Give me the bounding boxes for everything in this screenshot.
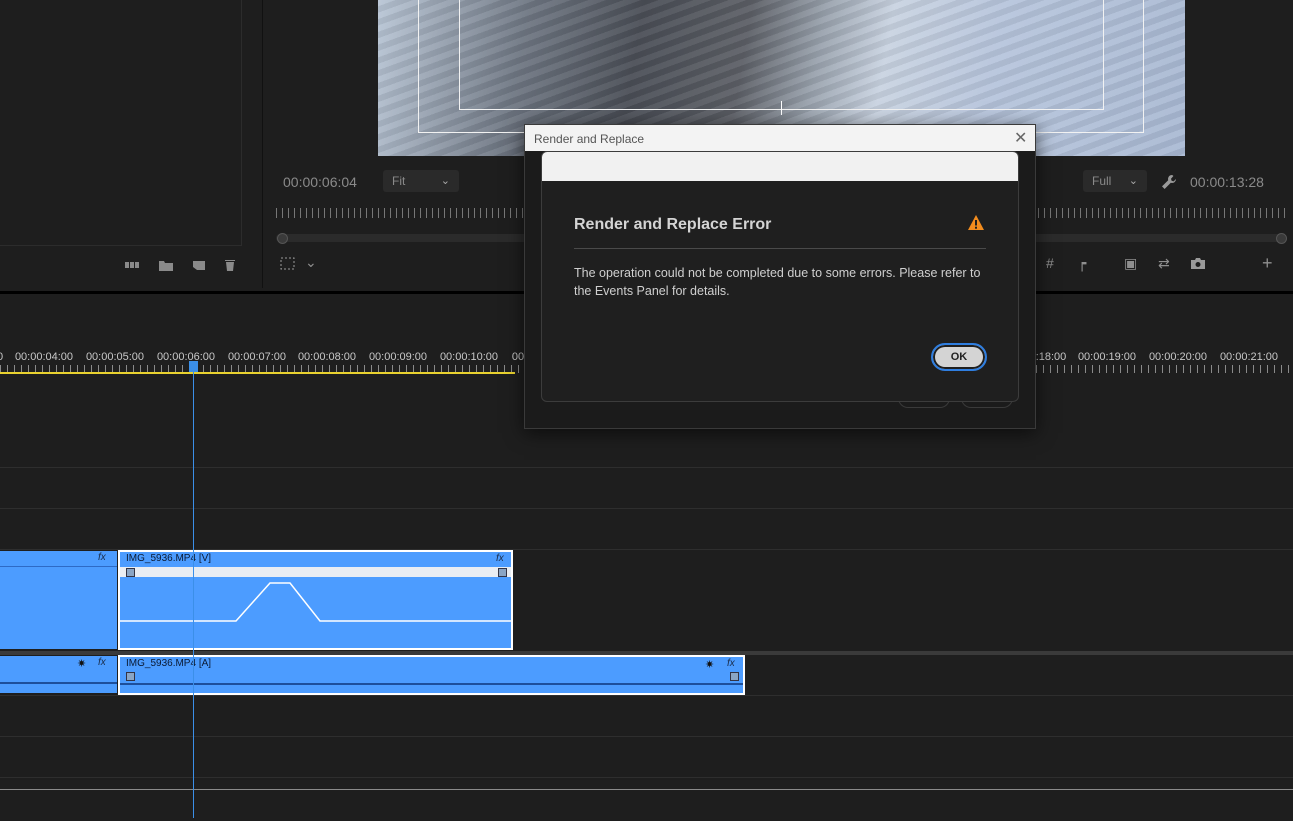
dialog-title: Render and Replace xyxy=(534,132,645,146)
video-clip-img-5936[interactable]: IMG_5936.MP4 [V] fx xyxy=(118,550,513,650)
ruler-time-label: 00:00:09:00 xyxy=(368,351,428,363)
freeform-view-icon[interactable] xyxy=(125,259,139,271)
new-bin-icon[interactable] xyxy=(159,259,173,271)
clip-thumbnail-strip xyxy=(120,567,511,577)
scrollbar-handle-right[interactable] xyxy=(1276,233,1287,244)
fx-badge[interactable]: fx xyxy=(98,552,106,563)
new-item-icon[interactable] xyxy=(192,259,206,271)
audio-clip-img-5936[interactable]: IMG_5936.MP4 [A] ✷ fx xyxy=(118,655,745,695)
playhead-handle[interactable] xyxy=(189,361,198,372)
alert-header-strip xyxy=(542,152,1018,181)
clip-name: IMG_5936.MP4 [A] xyxy=(126,658,212,669)
safe-margins-icon[interactable]: # xyxy=(1046,255,1054,271)
clip-name: IMG_5936.MP4 [V] xyxy=(126,553,212,564)
ruler-time-label: 00:00:05:00 xyxy=(85,351,145,363)
ruler-time-label: :18:00 xyxy=(1035,351,1067,363)
ruler-time-label: 00:00:07:00 xyxy=(227,351,287,363)
project-panel xyxy=(0,0,263,288)
heading-divider xyxy=(574,248,986,249)
camera-export-frame-icon[interactable] xyxy=(1190,257,1206,270)
playback-resolution-select[interactable]: Full ⌄ xyxy=(1083,170,1147,192)
fx-badge[interactable]: fx xyxy=(98,657,106,668)
ruler-time-label: 00:00:10:00 xyxy=(439,351,499,363)
chevron-down-icon: ⌄ xyxy=(1128,175,1138,187)
error-message: The operation could not be completed due… xyxy=(574,266,981,298)
ruler-time-label: 0 xyxy=(0,351,3,363)
current-timecode[interactable]: 00:00:06:04 xyxy=(283,174,357,190)
proxy-toggle-icon[interactable]: ⇄ xyxy=(1158,255,1170,272)
work-area-bar[interactable] xyxy=(0,372,515,374)
duration-timecode: 00:00:13:28 xyxy=(1190,174,1264,190)
project-bin-area[interactable] xyxy=(0,0,242,246)
clip-end-marker[interactable] xyxy=(730,672,739,681)
ruler-time-label: 00:00:06:00 xyxy=(156,351,216,363)
audio-waveform xyxy=(120,683,743,685)
opacity-keyframe-line[interactable] xyxy=(120,578,511,648)
audio-keyframe-icon[interactable]: ✷ xyxy=(705,658,714,671)
ruler-time-label: 00:00:04:00 xyxy=(14,351,74,363)
zoom-level-select[interactable]: Fit ⌄ xyxy=(383,170,459,192)
ruler-time-label: 00:00:08:00 xyxy=(297,351,357,363)
video-clip-previous[interactable]: fx xyxy=(0,551,117,649)
ruler-time-label: 00:00:20:00 xyxy=(1148,351,1208,363)
audio-waveform xyxy=(0,682,117,684)
ruler-time-label: 00 xyxy=(511,351,525,363)
compare-view-icon[interactable]: ▣ xyxy=(1124,255,1137,272)
marquee-select-icon[interactable] xyxy=(280,257,296,271)
close-icon[interactable]: ✕ xyxy=(1014,128,1027,148)
dialog-titlebar[interactable]: Render and Replace ✕ xyxy=(525,125,1035,151)
export-frame-guide-icon[interactable]: ┍ xyxy=(1078,255,1086,272)
ok-button[interactable]: OK xyxy=(931,343,987,371)
error-alert: Render and Replace Error The operation c… xyxy=(541,151,1019,402)
playhead-line[interactable] xyxy=(193,372,194,818)
clip-end-marker[interactable] xyxy=(498,568,507,577)
clip-header-line xyxy=(0,566,117,567)
warning-icon xyxy=(968,215,984,230)
clip-start-marker[interactable] xyxy=(126,672,135,681)
wrench-settings-icon[interactable] xyxy=(1161,174,1177,190)
audio-clip-previous[interactable]: ✷ fx xyxy=(0,656,117,693)
trash-icon[interactable] xyxy=(223,259,237,271)
button-editor-plus-icon[interactable]: + xyxy=(1262,253,1273,274)
chevron-down-icon: ⌄ xyxy=(440,175,450,187)
error-heading: Render and Replace Error xyxy=(574,216,772,233)
title-safe-guide xyxy=(459,0,1104,110)
center-mark xyxy=(781,101,782,115)
audio-keyframe-icon[interactable]: ✷ xyxy=(77,657,86,670)
chevron-down-icon[interactable]: ⌄ xyxy=(305,254,317,271)
scrollbar-handle-left[interactable] xyxy=(277,233,288,244)
clip-start-marker[interactable] xyxy=(126,568,135,577)
resolution-value: Full xyxy=(1092,174,1112,188)
ruler-time-label: 00:00:19:00 xyxy=(1077,351,1137,363)
ruler-time-label: 00:00:21:00 xyxy=(1219,351,1279,363)
fx-badge[interactable]: fx xyxy=(727,658,735,669)
zoom-level-value: Fit xyxy=(392,174,406,188)
fx-badge[interactable]: fx xyxy=(496,553,504,564)
